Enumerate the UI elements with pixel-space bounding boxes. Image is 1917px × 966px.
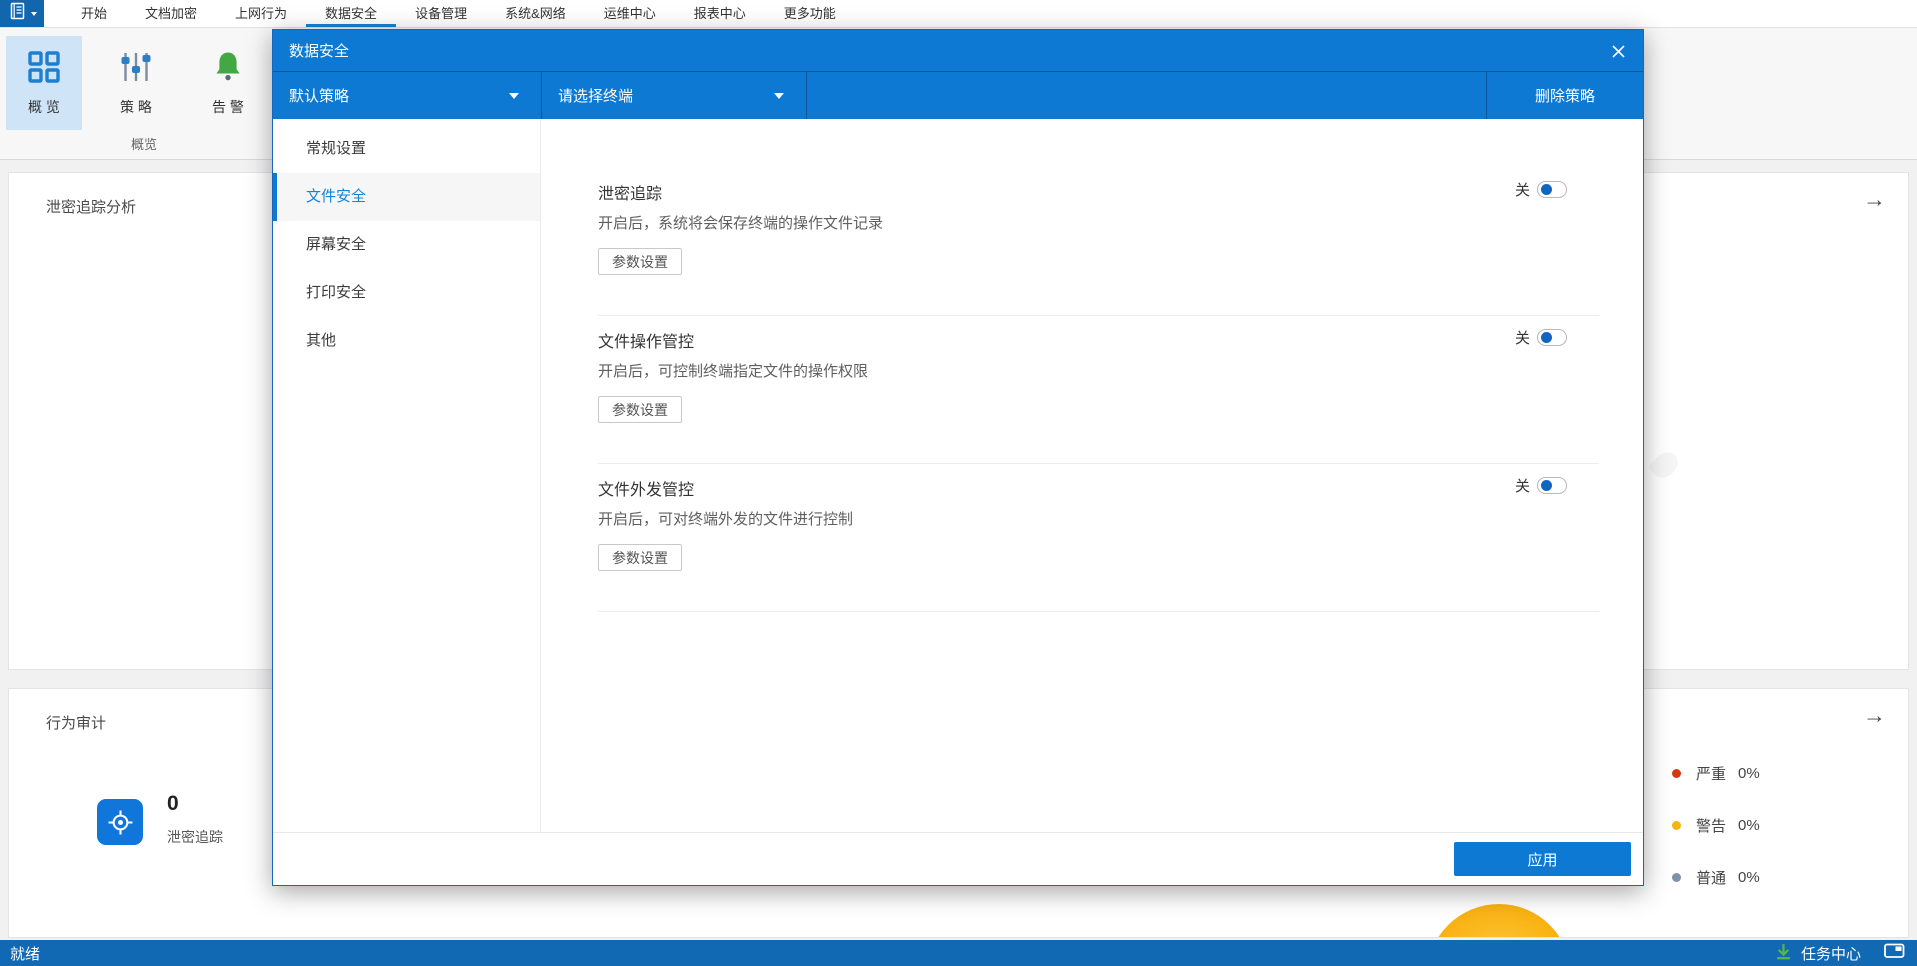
menu-item-more-features[interactable]: 更多功能 — [765, 0, 855, 27]
data-security-dialog: 数据安全 默认策略 请选择终端 删除策略 常规设置 文件安全 屏幕安全 打印安全 — [272, 29, 1644, 886]
app-window: 开始 文档加密 上网行为 数据安全 设备管理 系统&网络 运维中心 报表中心 更… — [0, 0, 1917, 966]
menu-item-system-network[interactable]: 系统&网络 — [486, 0, 585, 27]
chevron-down-icon — [509, 93, 519, 99]
menu-item-device-management[interactable]: 设备管理 — [396, 0, 486, 27]
parameter-settings-button[interactable]: 参数设置 — [598, 248, 682, 275]
delete-policy-button[interactable]: 删除策略 — [1486, 72, 1643, 119]
task-center-link[interactable]: 任务中心 — [1801, 943, 1861, 964]
legend-label: 警告 — [1696, 815, 1726, 836]
severe-dot-icon — [1672, 769, 1681, 778]
leak-trace-toggle[interactable] — [1537, 181, 1567, 198]
section-title: 泄密追踪 — [598, 180, 662, 204]
terminal-dropdown[interactable]: 请选择终端 — [542, 72, 807, 119]
pie-chart-partial — [1427, 904, 1571, 938]
legend-label: 严重 — [1696, 763, 1726, 784]
menu-item-internet-behavior[interactable]: 上网行为 — [216, 0, 306, 27]
ribbon-button-policy[interactable]: 策 略 — [98, 36, 174, 130]
file-outgoing-toggle[interactable] — [1537, 477, 1567, 494]
overview-grid-icon — [26, 49, 62, 88]
policy-dropdown-value: 默认策略 — [289, 85, 349, 106]
app-menu-button[interactable] — [0, 0, 44, 27]
dialog-footer: 应用 — [273, 832, 1643, 885]
panel-title: 行为审计 — [46, 712, 106, 733]
dialog-content: 泄密追踪 开启后，系统将会保存终端的操作文件记录 参数设置 关 文件操作管控 开… — [541, 120, 1643, 832]
statusbar: 就绪 任务中心 — [0, 940, 1917, 966]
close-icon[interactable] — [1610, 43, 1626, 59]
download-icon — [1775, 943, 1792, 964]
leak-trace-count-label: 泄密追踪 — [167, 827, 223, 847]
chevron-down-icon — [774, 93, 784, 99]
section-file-outgoing-control: 文件外发管控 开启后，可对终端外发的文件进行控制 参数设置 关 — [598, 464, 1599, 612]
apply-button[interactable]: 应用 — [1454, 842, 1631, 876]
section-file-operation-control: 文件操作管控 开启后，可控制终端指定文件的操作权限 参数设置 关 — [598, 316, 1599, 464]
dialog-body: 常规设置 文件安全 屏幕安全 打印安全 其他 泄密追踪 开启后，系统将会保存终端… — [273, 120, 1643, 832]
legend-value: 0% — [1738, 765, 1760, 782]
dialog-toolbar: 默认策略 请选择终端 删除策略 — [273, 71, 1643, 119]
leak-trace-count: 0 — [167, 792, 179, 816]
dialog-sidebar: 常规设置 文件安全 屏幕安全 打印安全 其他 — [273, 120, 541, 832]
ribbon-button-label: 告 警 — [212, 97, 244, 117]
toolbar-spacer — [807, 72, 1486, 119]
section-leak-trace: 泄密追踪 开启后，系统将会保存终端的操作文件记录 参数设置 关 — [598, 168, 1599, 316]
menu-item-document-encryption[interactable]: 文档加密 — [126, 0, 216, 27]
menu-item-ops-center[interactable]: 运维中心 — [585, 0, 675, 27]
section-title: 文件外发管控 — [598, 476, 694, 500]
legend-item-severe: 严重 0% — [1672, 763, 1760, 783]
legend-value: 0% — [1738, 869, 1760, 886]
terminal-dropdown-value: 请选择终端 — [558, 85, 633, 106]
ribbon-button-overview[interactable]: 概 览 — [6, 36, 82, 130]
sidebar-item-general-settings[interactable]: 常规设置 — [273, 125, 540, 173]
app-logo-icon — [8, 1, 28, 26]
section-description: 开启后，可控制终端指定文件的操作权限 — [598, 360, 868, 381]
watermark-shape — [1647, 447, 1682, 482]
policy-sliders-icon — [118, 49, 154, 88]
toggle-state-label: 关 — [1515, 179, 1530, 200]
sidebar-item-screen-security[interactable]: 屏幕安全 — [273, 221, 540, 269]
sidebar-item-file-security[interactable]: 文件安全 — [273, 173, 540, 221]
legend-label: 普通 — [1696, 867, 1726, 888]
app-menu-caret-icon — [31, 12, 37, 16]
main-menu: 开始 文档加密 上网行为 数据安全 设备管理 系统&网络 运维中心 报表中心 更… — [62, 0, 855, 27]
severity-legend: 严重 0% 警告 0% 普通 0% — [1672, 763, 1760, 919]
ribbon-button-alert[interactable]: 告 警 — [190, 36, 266, 130]
section-description: 开启后，可对终端外发的文件进行控制 — [598, 508, 853, 529]
menu-item-data-security[interactable]: 数据安全 — [306, 0, 396, 27]
sidebar-item-other[interactable]: 其他 — [273, 317, 540, 365]
panel-title: 泄密追踪分析 — [46, 196, 136, 217]
legend-item-normal: 普通 0% — [1672, 867, 1760, 887]
normal-dot-icon — [1672, 873, 1681, 882]
sidebar-item-print-security[interactable]: 打印安全 — [273, 269, 540, 317]
arrow-right-icon[interactable]: → — [1863, 188, 1886, 211]
legend-value: 0% — [1738, 817, 1760, 834]
toggle-state-label: 关 — [1515, 475, 1530, 496]
ribbon-button-label: 概 览 — [28, 97, 60, 117]
warning-dot-icon — [1672, 821, 1681, 830]
toggle-state-label: 关 — [1515, 327, 1530, 348]
alert-bell-icon — [210, 49, 246, 88]
monitor-icon[interactable] — [1884, 943, 1905, 963]
menu-item-report-center[interactable]: 报表中心 — [675, 0, 765, 27]
status-text: 就绪 — [10, 943, 40, 964]
toggle-knob — [1541, 480, 1552, 491]
ribbon-group-label: 概览 — [0, 134, 288, 153]
ribbon-button-label: 策 略 — [120, 97, 152, 117]
section-title: 文件操作管控 — [598, 328, 694, 352]
dialog-titlebar: 数据安全 — [273, 30, 1643, 71]
menubar: 开始 文档加密 上网行为 数据安全 设备管理 系统&网络 运维中心 报表中心 更… — [0, 0, 1917, 28]
section-description: 开启后，系统将会保存终端的操作文件记录 — [598, 212, 883, 233]
trace-target-icon — [97, 799, 143, 845]
toggle-knob — [1541, 332, 1552, 343]
parameter-settings-button[interactable]: 参数设置 — [598, 396, 682, 423]
menu-item-home[interactable]: 开始 — [62, 0, 126, 27]
arrow-right-icon[interactable]: → — [1863, 704, 1886, 727]
toggle-knob — [1541, 184, 1552, 195]
parameter-settings-button[interactable]: 参数设置 — [598, 544, 682, 571]
legend-item-warning: 警告 0% — [1672, 815, 1760, 835]
file-operation-toggle[interactable] — [1537, 329, 1567, 346]
dialog-title: 数据安全 — [289, 40, 349, 61]
policy-dropdown[interactable]: 默认策略 — [273, 72, 542, 119]
